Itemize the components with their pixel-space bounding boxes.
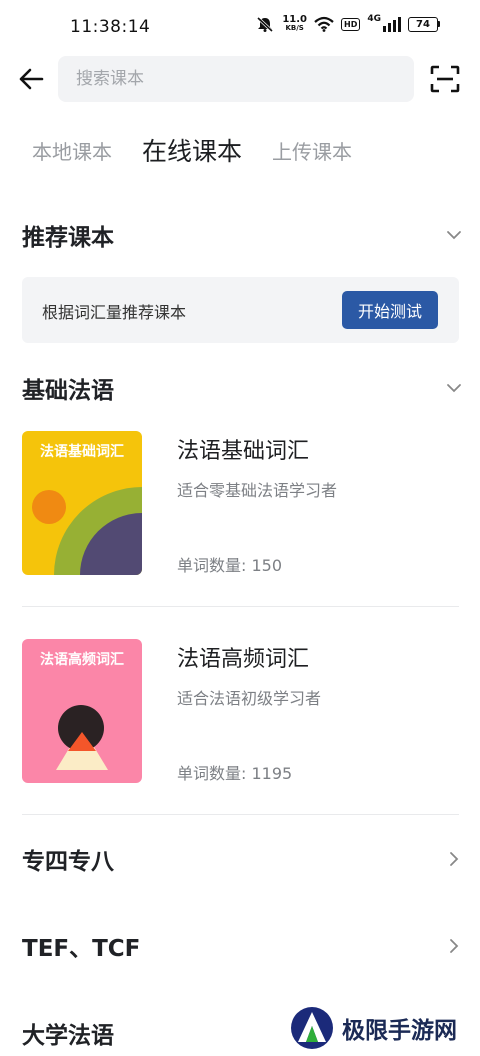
basic-french-section-title: 基础法语 [22, 378, 114, 404]
recommend-description: 根据词汇量推荐课本 [42, 303, 187, 322]
category-label: 专四专八 [22, 849, 114, 875]
tab-local[interactable]: 本地课本 [32, 136, 112, 168]
recommend-section-header[interactable]: 推荐课本 [22, 218, 462, 252]
divider [22, 606, 459, 607]
watermark-text: 极限手游网 [342, 1018, 457, 1044]
category-tef-tcf[interactable]: TEF、TCF [22, 923, 462, 969]
scan-icon[interactable] [430, 65, 460, 93]
hd-badge: HD [341, 17, 361, 31]
book-cover-title: 法语基础词汇 [40, 444, 124, 460]
start-test-button[interactable]: 开始测试 [342, 291, 438, 329]
book-info: 法语基础词汇 适合零基础法语学习者 单词数量: 150 [177, 431, 457, 575]
chevron-right-icon [450, 852, 459, 866]
net-speed: 11.0 KB/S [282, 14, 307, 33]
book-description: 适合法语初级学习者 [177, 689, 322, 708]
watermark-logo-icon [291, 1007, 333, 1049]
chevron-down-icon [447, 384, 461, 393]
category-label: 大学法语 [22, 1023, 114, 1049]
book-cover-title: 法语高频词汇 [40, 652, 124, 668]
recommend-card: 根据词汇量推荐课本 开始测试 [22, 277, 459, 343]
book-title: 法语基础词汇 [177, 439, 310, 464]
net-speed-value: 11.0 [282, 14, 307, 25]
book-cover: 法语基础词汇 [22, 431, 142, 575]
wifi-icon [314, 16, 334, 32]
book-item-basic-vocab[interactable]: 法语基础词汇 法语基础词汇 适合零基础法语学习者 单词数量: 150 [22, 431, 459, 611]
status-bar: 11:38:14 11.0 KB/S HD 4G 74 [0, 0, 480, 52]
basic-french-section-header[interactable]: 基础法语 [22, 371, 462, 405]
category-label: TEF、TCF [22, 936, 141, 962]
mute-icon [257, 16, 274, 32]
top-bar [0, 56, 480, 102]
status-time: 11:38:14 [70, 17, 151, 37]
tab-bar: 本地课本 在线课本 上传课本 [32, 136, 352, 168]
back-button[interactable] [16, 64, 46, 94]
book-word-count: 单词数量: 150 [177, 556, 283, 575]
signal-icon [383, 16, 401, 32]
status-icons: 11.0 KB/S HD 4G 74 [255, 14, 440, 33]
divider [22, 814, 459, 815]
battery-level: 74 [408, 16, 438, 32]
net-speed-unit: KB/S [285, 24, 304, 32]
search-box[interactable] [58, 56, 414, 102]
chevron-down-icon [447, 231, 461, 240]
recommend-section-title: 推荐课本 [22, 225, 114, 251]
book-cover: 法语高频词汇 [22, 639, 142, 783]
tab-online[interactable]: 在线课本 [142, 136, 242, 168]
search-input[interactable] [76, 69, 414, 89]
book-word-count: 单词数量: 1195 [177, 764, 293, 783]
chevron-right-icon [450, 939, 459, 953]
category-tem4-tem8[interactable]: 专四专八 [22, 836, 462, 882]
tab-upload[interactable]: 上传课本 [272, 136, 352, 168]
back-arrow-icon [19, 68, 44, 90]
book-item-high-freq-vocab[interactable]: 法语高频词汇 法语高频词汇 适合法语初级学习者 单词数量: 1195 [22, 639, 459, 819]
battery-icon: 74 [408, 16, 440, 32]
watermark: 极限手游网 [290, 1006, 457, 1050]
network-type: 4G [367, 14, 381, 24]
book-info: 法语高频词汇 适合法语初级学习者 单词数量: 1195 [177, 639, 457, 783]
book-description: 适合零基础法语学习者 [177, 481, 338, 500]
book-title: 法语高频词汇 [177, 647, 310, 672]
